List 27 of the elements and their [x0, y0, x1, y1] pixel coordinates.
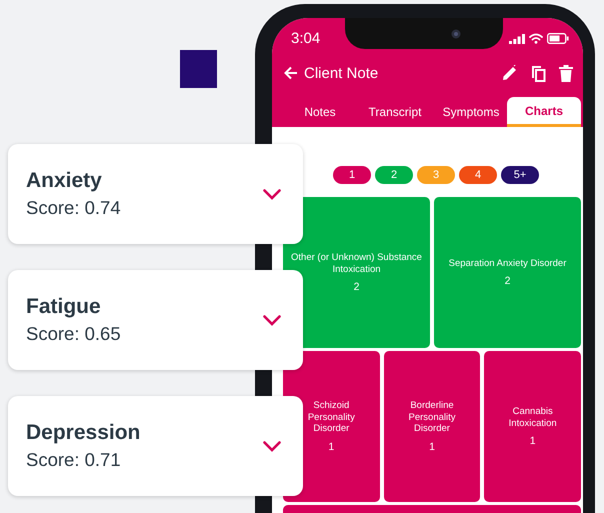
tile-label: Borderline Personality Disorder: [408, 400, 456, 435]
tab[interactable]: Charts: [507, 97, 581, 127]
legend-pill: 5+: [501, 166, 539, 184]
legend-pill: 4: [459, 166, 497, 184]
symptom-score: Score: 0.71: [26, 449, 122, 471]
symptom-score: Score: 0.65: [26, 323, 121, 345]
screen-title: Client Note: [304, 64, 380, 82]
status-time: 3:04: [291, 30, 320, 49]
symptom-name: Fatigue: [26, 295, 102, 319]
tile-label: Other (or Unknown) Substance Intoxication: [290, 252, 423, 275]
tile-count: 2: [354, 281, 360, 293]
legend-pill: 3: [417, 166, 455, 184]
symptom-score: Score: 0.74: [26, 197, 121, 219]
tab[interactable]: Symptoms: [435, 97, 507, 127]
tile-count: 1: [328, 440, 334, 453]
tile-count: 2: [504, 275, 510, 288]
symptom-name: Depression: [26, 421, 140, 445]
tile-count: 1: [429, 440, 435, 453]
tile-label: Cannabis Intoxication: [508, 406, 558, 429]
tab[interactable]: Transcript: [355, 97, 435, 127]
legend-pill: 1: [333, 166, 371, 184]
symptom-name: Anxiety: [26, 169, 103, 193]
legend-pill: 2: [375, 166, 413, 184]
tile-label: Schizoid Personality Disorder: [306, 400, 356, 435]
tab[interactable]: Notes: [285, 97, 355, 127]
tile-count: 1: [530, 435, 536, 447]
tile-label: Separation Anxiety Disorder: [448, 258, 566, 270]
